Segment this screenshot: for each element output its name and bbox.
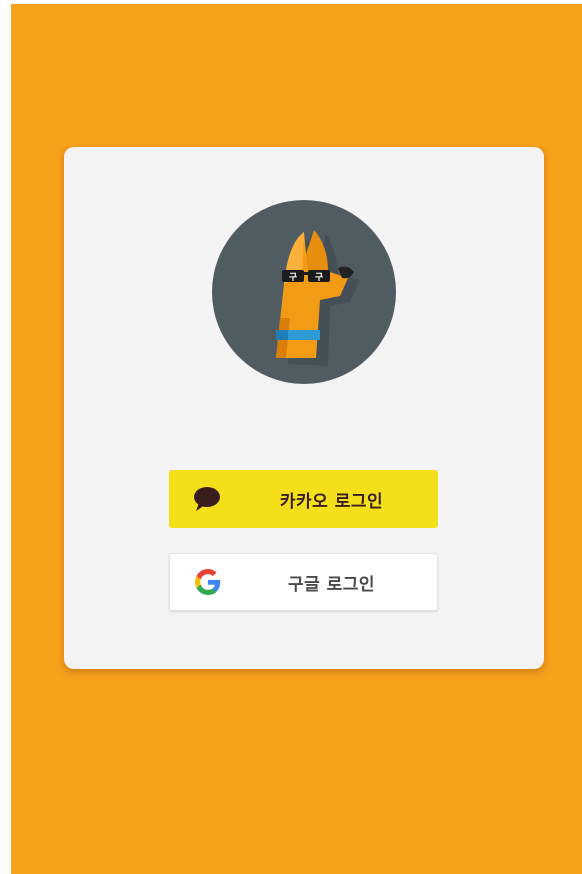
glasses-text-left: 구 [289,272,297,283]
google-g-icon [192,566,224,598]
login-card: 구 구 카카오 로그인 구글 로그인 [64,147,544,669]
speech-bubble-icon [191,483,223,515]
kakao-login-label: 카카오 로그인 [279,491,384,512]
google-login-label: 구글 로그인 [287,574,376,595]
dog-logo-icon: 구 구 [276,230,360,366]
kakao-login-button[interactable]: 카카오 로그인 [169,470,438,528]
glasses-text-right: 구 [315,272,323,283]
google-login-button[interactable]: 구글 로그인 [169,553,438,611]
app-logo: 구 구 [212,200,396,384]
login-screen: 구 구 카카오 로그인 구글 로그인 [11,4,582,874]
